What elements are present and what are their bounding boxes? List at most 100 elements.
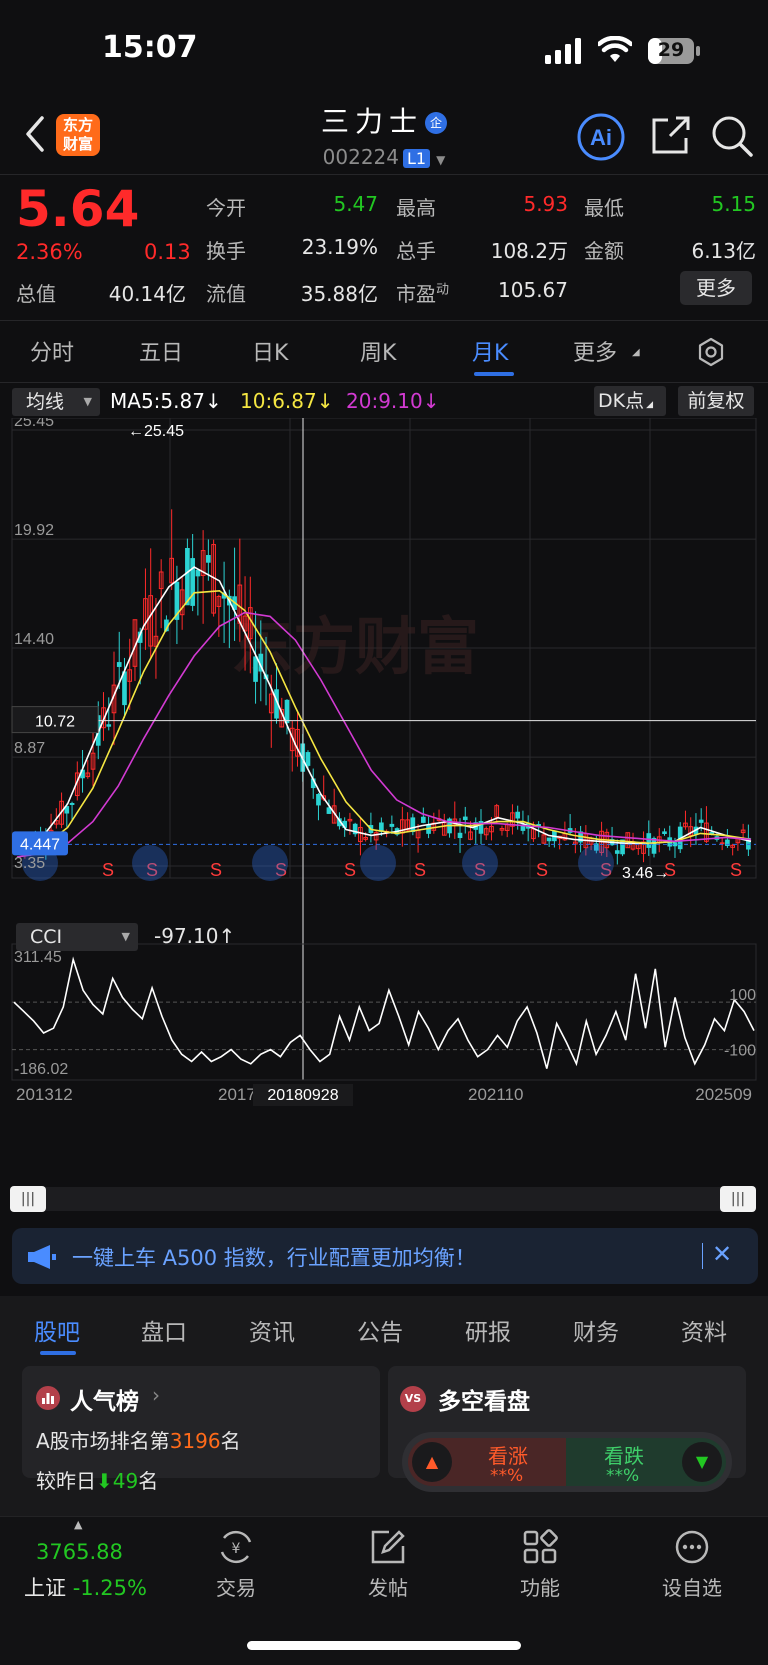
range-track[interactable]	[12, 1187, 756, 1211]
dk-point-button[interactable]: DK点 ◢	[594, 386, 666, 416]
ma5-value: MA5:5.87↓	[110, 389, 222, 413]
bull-label: 看涨	[488, 1444, 528, 1468]
tab-announcements[interactable]: 公告	[357, 1313, 403, 1347]
longshort-title: 多空看盘	[438, 1389, 530, 1415]
cci-panel-frame	[11, 943, 757, 1081]
nav-post-label: 发帖	[368, 1576, 408, 1600]
period-tabs: 分时 五日 日K 周K 月K 更多 ◢	[0, 325, 768, 380]
candle-body	[662, 831, 667, 834]
candle-body	[316, 793, 321, 806]
candle-body	[546, 837, 552, 842]
search-icon[interactable]	[710, 114, 754, 158]
nav-trade[interactable]: ¥ 交易	[186, 1528, 286, 1601]
tab-more-periods[interactable]: 更多	[573, 335, 617, 367]
ai-assistant-icon[interactable]: Ai	[576, 112, 626, 162]
level-badge: L1	[403, 149, 431, 168]
high-value: 5.93	[523, 192, 568, 216]
share-icon[interactable]	[650, 114, 692, 156]
nav-bubble	[578, 845, 614, 881]
tab-research[interactable]: 研报	[465, 1313, 511, 1347]
candle-body	[190, 558, 195, 606]
candle-body	[195, 569, 201, 577]
candle-body	[122, 671, 127, 706]
tabs-divider	[0, 382, 768, 383]
tab-weekly-k[interactable]: 周K	[360, 335, 396, 367]
tab-intraday[interactable]: 分时	[30, 335, 74, 367]
wifi-icon	[598, 36, 632, 62]
ma-selector[interactable]: 均线 ▼	[12, 388, 100, 416]
change-percent: 2.36%	[16, 240, 83, 264]
sell-marker: S	[102, 860, 114, 880]
crosshair-date-label: 20180928	[267, 1087, 338, 1104]
popularity-title: 人气榜	[70, 1389, 139, 1415]
crosshair-price-label: 10.72	[35, 714, 75, 731]
tab-daily-k[interactable]: 日K	[252, 335, 288, 367]
gear-icon[interactable]	[696, 337, 726, 367]
corner-triangle-icon: ◢	[646, 400, 654, 410]
tab-news[interactable]: 资讯	[249, 1313, 295, 1347]
dk-label: DK点	[598, 390, 645, 412]
mktcap-value: 40.14亿	[108, 282, 186, 306]
nav-bubble	[462, 845, 498, 881]
candle-body	[698, 819, 704, 823]
candle-body	[206, 555, 211, 563]
index-name-text: 上证	[24, 1576, 66, 1600]
cci-max-label: 311.45	[14, 949, 62, 966]
candle-body	[515, 811, 521, 819]
close-icon[interactable]: ✕	[712, 1240, 732, 1268]
amount-label: 金额	[584, 239, 624, 263]
dropdown-icon: ▼	[83, 395, 92, 408]
nav-functions[interactable]: 功能	[490, 1528, 590, 1601]
index-value[interactable]: 3765.88	[36, 1540, 123, 1564]
sell-marker: S	[344, 860, 356, 880]
arrow-down-icon: ⬇	[96, 1469, 113, 1493]
ma5-text: MA5:5.87	[110, 389, 205, 413]
tab-finance[interactable]: 财务	[573, 1313, 619, 1347]
candle-body	[410, 817, 416, 833]
nav-trade-label: 交易	[216, 1576, 256, 1600]
down-arrow-icon: ↓	[316, 389, 334, 413]
candle-body	[106, 724, 112, 727]
dropdown-icon: ▼	[121, 930, 130, 943]
cci-selector[interactable]: CCI ▼	[16, 923, 138, 951]
index-name[interactable]: 上证 -1.25%	[24, 1572, 147, 1602]
up-triangle-icon: ▲	[412, 1442, 452, 1482]
amount-value: 6.13亿	[691, 239, 756, 263]
range-handle-right[interactable]: |||	[720, 1186, 756, 1212]
caret-up-icon: ▲	[74, 1518, 83, 1531]
volume-value: 108.2万	[490, 239, 568, 263]
rank-line: A股市场排名第3196名	[36, 1425, 241, 1454]
mktcap-label: 总值	[16, 282, 56, 306]
tab-guba[interactable]: 股吧	[34, 1313, 80, 1347]
candle-body	[462, 816, 468, 821]
nav-bubble	[360, 845, 396, 881]
cellular-signal-icon	[545, 38, 581, 64]
range-handle-left[interactable]: |||	[10, 1186, 46, 1212]
tab-profile[interactable]: 资料	[681, 1313, 727, 1347]
cci-ref-low-label: -100	[724, 1043, 756, 1060]
nav-post[interactable]: 发帖	[338, 1528, 438, 1601]
candle-body	[614, 850, 620, 854]
pe-value: 105.67	[498, 278, 568, 302]
tab-pankou[interactable]: 盘口	[141, 1313, 187, 1347]
candle-body	[69, 802, 75, 805]
rank-value: 3196	[169, 1429, 221, 1453]
down-arrow-icon: ↓	[204, 389, 222, 413]
enterprise-badge: 企	[425, 112, 447, 134]
nav-add-watchlist[interactable]: 设自选	[642, 1528, 742, 1601]
tab-five-day[interactable]: 五日	[139, 335, 183, 367]
candle-body	[389, 823, 395, 827]
more-quote-button[interactable]: 更多	[680, 271, 752, 305]
high-label: 最高	[396, 196, 436, 220]
ma10-value: 10:6.87↓	[240, 389, 333, 413]
adjust-button[interactable]: 前复权	[678, 386, 754, 416]
section-tab-underline	[40, 1351, 76, 1355]
low-value: 5.15	[711, 192, 756, 216]
candle-body	[719, 842, 725, 845]
candle-body	[379, 822, 384, 832]
ma10-text: 10:6.87	[240, 389, 317, 413]
kline-chart[interactable]: 东方财富 SSSSSSSSSSS 25.4519.9214.408.873.35…	[0, 418, 768, 1178]
min-price-label: 3.46→	[622, 865, 669, 882]
candle-body	[709, 832, 715, 835]
tab-monthly-k[interactable]: 月K	[472, 335, 508, 367]
